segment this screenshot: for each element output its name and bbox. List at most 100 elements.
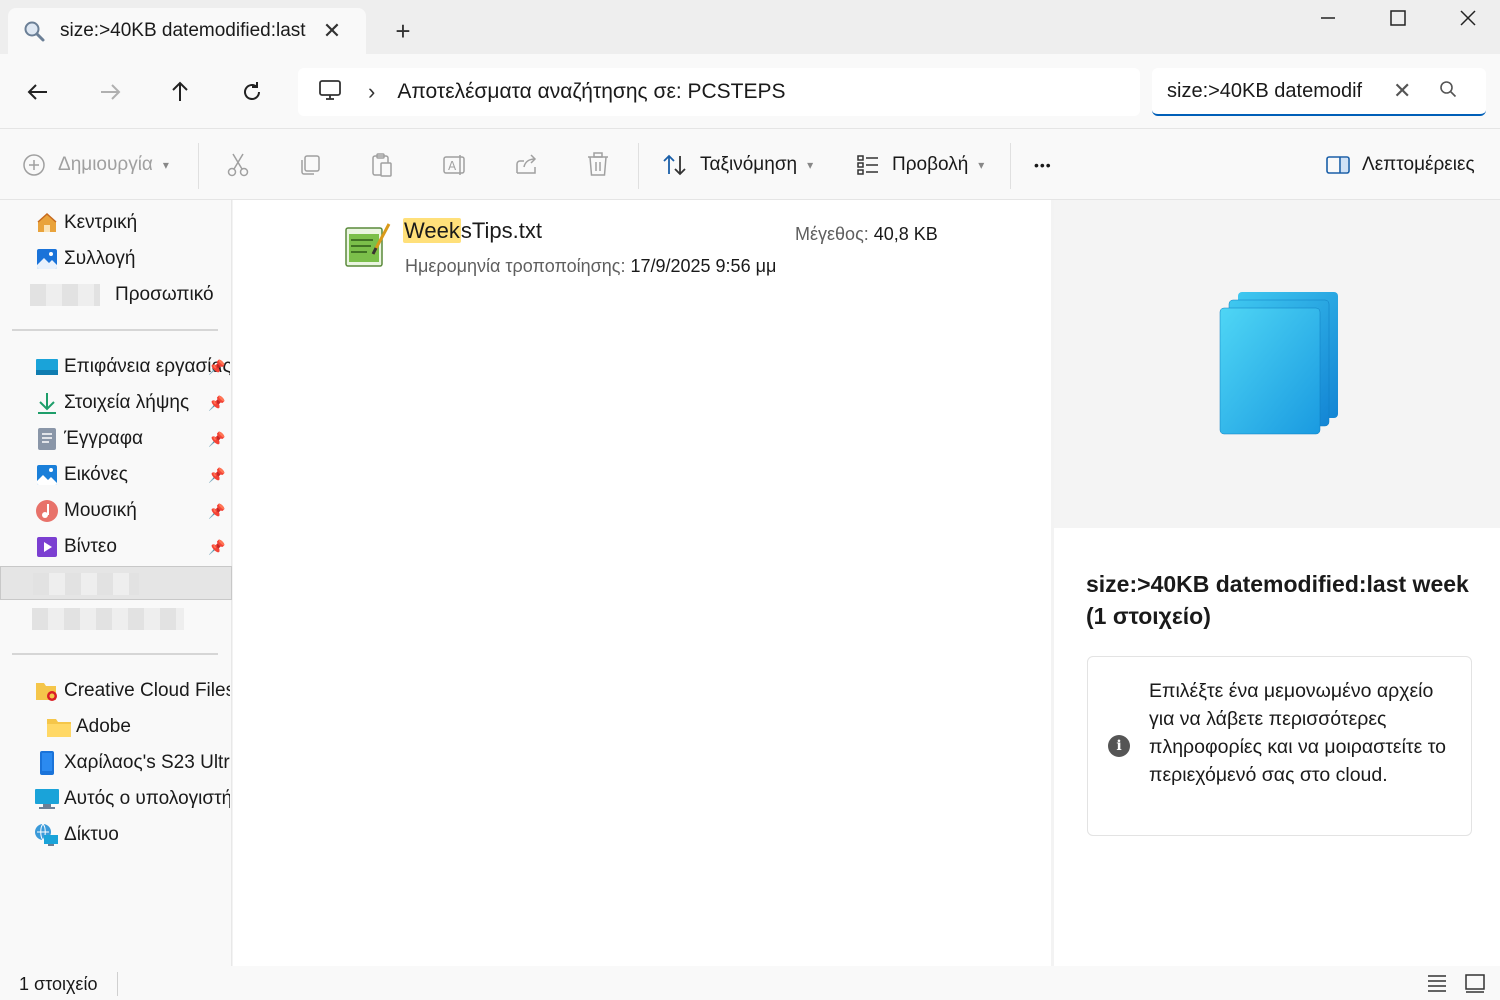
- chevron-down-icon: ▾: [978, 158, 985, 172]
- clear-search-icon[interactable]: ✕: [1393, 78, 1411, 104]
- file-modified: Ημερομηνία τροποποίησης: 17/9/2025 9:56 …: [405, 256, 776, 277]
- folder-icon: [46, 714, 72, 740]
- paste-button[interactable]: [370, 147, 394, 183]
- paste-icon: [372, 153, 392, 177]
- create-button[interactable]: Δημιουργία ▾: [22, 147, 169, 183]
- pin-icon[interactable]: 📌: [208, 431, 225, 448]
- sidebar-item-label: Επιφάνεια εργασίας: [64, 356, 230, 377]
- delete-button[interactable]: [586, 147, 610, 183]
- sort-label: Ταξινόμηση: [700, 154, 798, 175]
- download-icon: [34, 390, 60, 416]
- sidebar-item-this-pc[interactable]: Αυτός ο υπολογιστής: [0, 782, 232, 816]
- pin-icon[interactable]: 📌: [208, 467, 225, 484]
- list-item[interactable]: WeeksTips.txt Ημερομηνία τροποποίησης: 1…: [343, 216, 963, 280]
- phone-icon: [34, 750, 60, 776]
- large-icons-view-icon: [1465, 974, 1485, 993]
- divider: [12, 329, 218, 331]
- maximize-button[interactable]: [1370, 4, 1426, 32]
- search-match-highlight: Week: [403, 218, 461, 243]
- pin-icon[interactable]: 📌: [208, 503, 225, 520]
- trash-icon: [588, 152, 608, 176]
- refresh-button[interactable]: [232, 72, 272, 112]
- minimize-button[interactable]: [1300, 4, 1356, 32]
- address-bar[interactable]: › Αποτελέσματα αναζήτησης σε: PCSTEPS: [298, 68, 1140, 116]
- size-value: 40,8 KB: [873, 224, 938, 244]
- sidebar-item-desktop[interactable]: Επιφάνεια εργασίας 📌: [0, 350, 232, 384]
- info-icon: i: [1108, 735, 1130, 757]
- redacted-icon: [30, 284, 100, 306]
- sidebar-item-label: Βίντεο: [64, 536, 117, 557]
- pin-icon[interactable]: 📌: [208, 359, 225, 376]
- sidebar-item-label: Creative Cloud Files Personal: [64, 680, 230, 701]
- search-icon: [20, 17, 48, 45]
- forward-button[interactable]: [90, 72, 130, 112]
- copy-icon: [301, 155, 320, 175]
- close-icon[interactable]: ✕: [320, 18, 344, 44]
- file-name-rest: sTips.txt: [460, 218, 542, 243]
- details-pane: size:>40KB datemodified:last week (1 στο…: [1054, 200, 1500, 966]
- copy-button[interactable]: [298, 147, 322, 183]
- tiles-view-button[interactable]: [1462, 970, 1488, 996]
- sidebar-item-redacted[interactable]: [0, 566, 232, 600]
- item-count: 1 στοιχείο: [19, 974, 98, 994]
- sidebar-item-documents[interactable]: Έγγραφα 📌: [0, 422, 232, 456]
- scissors-icon: [227, 153, 249, 177]
- sidebar-item-label: Έγγραφα: [64, 428, 143, 449]
- sidebar-item-network[interactable]: Δίκτυο: [0, 818, 232, 852]
- new-tab-button[interactable]: +: [388, 16, 418, 46]
- close-window-button[interactable]: [1440, 4, 1496, 32]
- view-button[interactable]: Προβολή ▾: [856, 147, 984, 183]
- sidebar-item-adobe[interactable]: Adobe: [0, 710, 232, 744]
- breadcrumb-path[interactable]: Αποτελέσματα αναζήτησης σε: PCSTEPS: [397, 80, 785, 104]
- details-view-button[interactable]: [1424, 970, 1450, 996]
- tab-search-results[interactable]: size:>40KB datemodified:last week ✕: [8, 8, 366, 54]
- notepad-file-icon: [343, 220, 393, 270]
- sidebar-item-downloads[interactable]: Στοιχεία λήψης 📌: [0, 386, 232, 420]
- sidebar-item-music[interactable]: Μουσική 📌: [0, 494, 232, 528]
- size-label: Μέγεθος:: [795, 224, 869, 244]
- view-label: Προβολή: [892, 154, 969, 175]
- cut-button[interactable]: [226, 147, 250, 183]
- sidebar-item-label: Συλλογή: [64, 248, 136, 269]
- more-options-button[interactable]: •••: [1034, 147, 1052, 183]
- arrow-left-icon: [27, 84, 47, 100]
- share-button[interactable]: [514, 147, 540, 183]
- refresh-icon: [244, 82, 260, 100]
- pin-icon[interactable]: 📌: [208, 395, 225, 412]
- sidebar-item-gallery[interactable]: Συλλογή: [0, 242, 232, 276]
- file-list[interactable]: WeeksTips.txt Ημερομηνία τροποποίησης: 1…: [233, 200, 1051, 966]
- search-icon[interactable]: [1439, 80, 1457, 103]
- computer-icon[interactable]: [318, 78, 342, 107]
- create-label: Δημιουργία: [58, 154, 153, 175]
- documents-icon: [34, 426, 60, 452]
- details-title: size:>40KB datemodified:last week (1 στο…: [1086, 571, 1469, 629]
- file-name[interactable]: WeeksTips.txt: [403, 218, 542, 244]
- creative-cloud-folder-icon: [34, 678, 60, 704]
- search-box[interactable]: size:>40KB datemodif ✕: [1152, 68, 1486, 116]
- sidebar-item-pictures[interactable]: Εικόνες 📌: [0, 458, 232, 492]
- status-bar: 1 στοιχείο: [0, 966, 1500, 1000]
- sidebar-item-redacted[interactable]: [0, 602, 232, 636]
- navigation-bar: › Αποτελέσματα αναζήτησης σε: PCSTEPS si…: [0, 54, 1500, 128]
- up-button[interactable]: [160, 72, 200, 112]
- rename-icon: A: [443, 155, 465, 175]
- command-bar: Δημιουργία ▾ A Ταξινόμηση ▾ Προβολή ▾ ••…: [0, 128, 1500, 200]
- details-pane-icon: [1326, 156, 1350, 174]
- divider: [117, 972, 118, 996]
- back-button[interactable]: [18, 72, 58, 112]
- arrow-up-icon: [172, 81, 188, 101]
- sort-button[interactable]: Ταξινόμηση ▾: [662, 147, 813, 183]
- sidebar-item-personal[interactable]: Προσωπικό: [0, 278, 232, 312]
- sidebar-item-phone[interactable]: Χαρίλαος's S23 Ultra: [0, 746, 232, 780]
- pin-icon[interactable]: 📌: [208, 539, 225, 556]
- rename-button[interactable]: A: [442, 147, 468, 183]
- breadcrumb-separator[interactable]: ›: [368, 79, 375, 105]
- search-input[interactable]: size:>40KB datemodif: [1167, 80, 1371, 103]
- sidebar-item-creative-cloud[interactable]: Creative Cloud Files Personal: [0, 674, 232, 708]
- sidebar-item-label: Adobe: [76, 716, 131, 737]
- details-label: Λεπτομέρειες: [1362, 154, 1475, 175]
- details-pane-button[interactable]: Λεπτομέρειες: [1326, 147, 1475, 183]
- sidebar-item-home[interactable]: Κεντρική: [0, 206, 232, 240]
- sidebar-item-videos[interactable]: Βίντεο 📌: [0, 530, 232, 564]
- plus-circle-icon: [23, 154, 45, 176]
